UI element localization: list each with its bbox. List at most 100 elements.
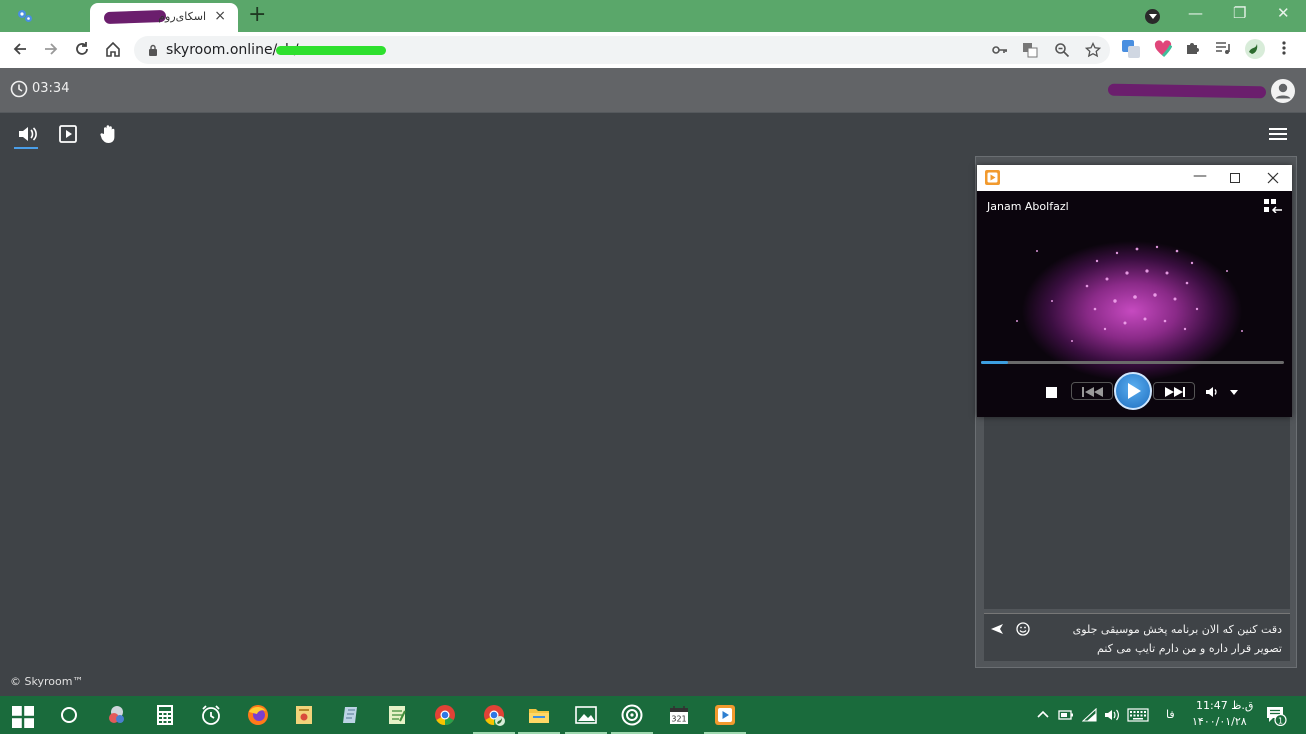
tray-chevron-up-icon[interactable] <box>1037 709 1049 719</box>
volume-dropdown-icon[interactable] <box>1229 387 1239 397</box>
puzzle-icon[interactable] <box>1185 40 1201 56</box>
browser-tab-strip: اسکای‌روم × + — ❐ ✕ <box>0 0 1306 32</box>
close-button[interactable]: ✕ <box>1277 4 1290 22</box>
folder-icon <box>529 709 549 723</box>
chat-input-text: دقت کنین که الان برنامه پخش موسیقی جلوی … <box>1072 623 1282 655</box>
speaker-icon <box>19 127 37 141</box>
player-minimize-button[interactable]: — <box>1193 168 1207 184</box>
notepad-icon[interactable] <box>386 704 408 726</box>
taskbar-time[interactable]: ق.ظ 11:47 <box>1196 699 1253 712</box>
calendar-icon[interactable]: 321 <box>668 704 690 726</box>
previous-button[interactable] <box>1071 382 1113 400</box>
profile-avatar-icon[interactable] <box>1244 38 1266 60</box>
chat-messages-area[interactable] <box>984 415 1290 609</box>
firefox-icon[interactable] <box>247 704 269 726</box>
player-maximize-button[interactable] <box>1230 173 1240 183</box>
windows-taskbar: 321 فا ق.ظ 11:47 ۱۴۰۰/۰۱/۲۸ 1 <box>0 696 1306 734</box>
volume-tray-icon[interactable] <box>1104 708 1120 722</box>
track-title: Janam Abolfazl <box>987 200 1069 213</box>
emoji-icon[interactable] <box>1016 622 1030 636</box>
user-avatar-icon[interactable] <box>1270 78 1296 104</box>
input-language[interactable]: فا <box>1166 708 1175 721</box>
target-icon <box>621 704 643 726</box>
home-icon[interactable] <box>104 40 122 58</box>
svg-text:321: 321 <box>671 715 686 724</box>
address-bar[interactable]: skyroom.online/ch/ <box>134 36 1110 64</box>
taskbar-date[interactable]: ۱۴۰۰/۰۱/۲۸ <box>1192 715 1247 728</box>
redaction-scribble <box>1107 83 1267 99</box>
redaction-scribble <box>103 9 167 25</box>
play-button[interactable] <box>1114 372 1152 410</box>
presentation-button[interactable] <box>57 123 79 145</box>
play-square-icon <box>59 125 77 143</box>
previous-icon <box>1082 387 1103 397</box>
minimize-button[interactable]: — <box>1188 4 1203 22</box>
google-translate-icon[interactable] <box>1122 40 1140 58</box>
send-icon[interactable] <box>990 623 1004 635</box>
new-tab-button[interactable]: + <box>248 2 266 27</box>
keyboard-icon[interactable] <box>1127 708 1149 722</box>
notification-count: 1 <box>1278 716 1283 725</box>
media-player-titlebar[interactable]: — <box>977 165 1292 191</box>
translate-icon[interactable] <box>1022 42 1038 58</box>
browser-toolbar: skyroom.online/ch/ <box>0 32 1306 68</box>
notification-icon: 1 <box>1267 707 1287 727</box>
chrome-icon[interactable] <box>434 704 456 726</box>
alarm-clock-icon[interactable] <box>200 704 222 726</box>
stop-button[interactable] <box>1046 387 1057 398</box>
star-icon[interactable] <box>1085 42 1101 58</box>
seek-progress <box>981 361 1009 364</box>
forward-arrow-icon[interactable] <box>43 41 59 57</box>
tab-close-icon[interactable]: × <box>214 8 226 24</box>
visualization-area: Janam Abolfazl <box>977 191 1292 417</box>
app-toolbar <box>0 112 1306 154</box>
next-button[interactable] <box>1153 382 1195 400</box>
back-arrow-icon[interactable] <box>12 41 28 57</box>
user-app-icon[interactable] <box>106 704 128 726</box>
media-control-icon[interactable] <box>1215 40 1231 56</box>
volume-icon[interactable] <box>1205 385 1219 399</box>
notification-center-button[interactable]: 1 <box>1265 704 1287 727</box>
player-close-button[interactable] <box>1267 172 1279 184</box>
play-icon <box>1128 383 1141 399</box>
maximize-button[interactable]: ❐ <box>1233 4 1246 22</box>
windows-start-icon[interactable] <box>12 706 34 728</box>
lock-icon[interactable] <box>148 44 158 56</box>
notes-app-icon[interactable] <box>340 704 362 726</box>
chrome-profile-icon <box>484 705 505 726</box>
seek-bar[interactable] <box>981 361 1284 364</box>
battery-icon[interactable] <box>1058 709 1074 721</box>
brand-footer: © Skyroom™ <box>10 675 84 688</box>
session-timer: 03:34 <box>32 81 70 96</box>
raise-hand-button[interactable] <box>98 123 120 145</box>
tab-skyroom[interactable]: اسکای‌روم × <box>90 3 238 32</box>
hamburger-menu-icon[interactable] <box>1268 127 1288 141</box>
playlist-switch-icon[interactable] <box>1264 199 1282 213</box>
file-explorer-taskbar-button[interactable] <box>518 704 560 734</box>
certificate-app-icon[interactable] <box>293 704 315 726</box>
photos-icon <box>575 706 597 724</box>
chrome-profile-taskbar-button[interactable] <box>473 704 515 734</box>
calculator-icon[interactable] <box>154 704 176 726</box>
tab-title: اسکای‌روم <box>158 10 206 23</box>
heart-extension-icon[interactable] <box>1154 40 1172 58</box>
key-icon[interactable] <box>992 44 1008 56</box>
zoom-icon[interactable] <box>1054 42 1070 58</box>
media-player-taskbar-button[interactable] <box>704 704 746 734</box>
gears-icon[interactable] <box>16 8 34 24</box>
speaker-button[interactable] <box>14 123 38 149</box>
tab-search-icon[interactable] <box>1145 9 1160 24</box>
search-circle-icon[interactable] <box>58 704 80 726</box>
kebab-menu-icon[interactable] <box>1280 40 1288 56</box>
record-app-taskbar-button[interactable] <box>611 704 653 734</box>
media-player-app-icon <box>985 170 1000 185</box>
photos-taskbar-button[interactable] <box>565 704 607 734</box>
wifi-icon[interactable] <box>1082 708 1098 722</box>
hand-icon <box>100 125 115 143</box>
chat-input-box[interactable]: دقت کنین که الان برنامه پخش موسیقی جلوی … <box>984 613 1290 661</box>
app-header: 03:34 <box>0 68 1306 112</box>
media-player-icon <box>715 705 735 725</box>
media-player-window[interactable]: — Janam Abolfazl <box>977 165 1292 417</box>
redaction-scribble <box>276 46 386 55</box>
reload-icon[interactable] <box>74 41 90 57</box>
